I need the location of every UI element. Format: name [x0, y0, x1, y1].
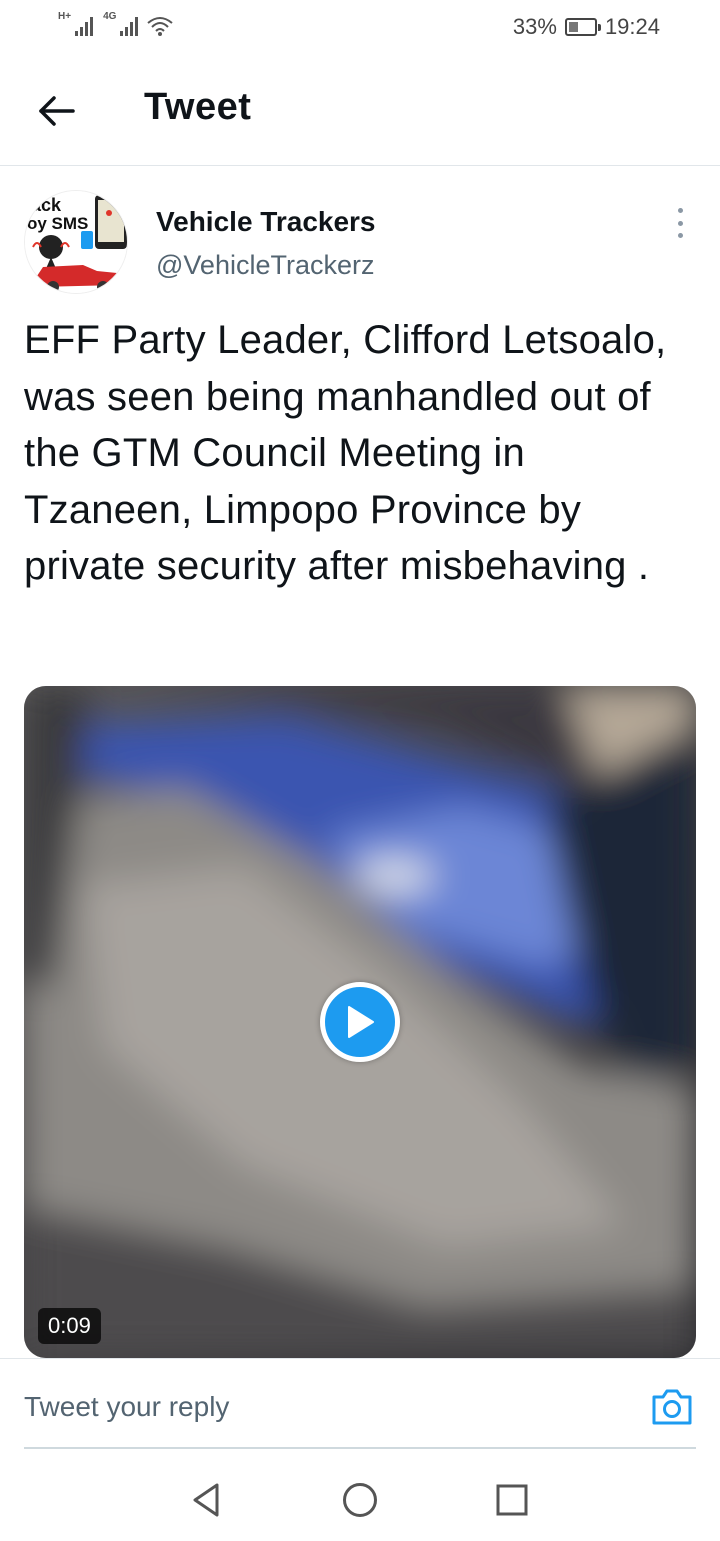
- more-options-button[interactable]: [674, 208, 686, 238]
- avatar-logo-icon: ack oy SMS: [25, 191, 127, 293]
- avatar-text-1: ack: [31, 195, 62, 215]
- clock: 19:24: [604, 14, 660, 39]
- author-name[interactable]: Vehicle Trackers: [156, 206, 376, 238]
- system-nav-bar: [0, 1458, 720, 1541]
- signal-indicators: H+ 4G: [58, 12, 174, 36]
- battery-icon: ⚡: [564, 18, 601, 36]
- back-button[interactable]: [30, 84, 84, 138]
- status-right: 33% ⚡ 19:24: [513, 14, 660, 40]
- page-title: Tweet: [144, 86, 252, 128]
- camera-button[interactable]: [650, 1387, 694, 1427]
- nav-back-button[interactable]: [187, 1480, 227, 1520]
- nav-recents-button[interactable]: [492, 1480, 532, 1520]
- more-dot-icon: [677, 208, 683, 213]
- tweet-header: ack oy SMS Vehicle Trackers @VehicleTrac…: [24, 190, 696, 300]
- signal2-bars-icon: [120, 14, 139, 36]
- more-dot-icon: [677, 233, 683, 238]
- play-icon: [348, 1006, 374, 1038]
- tweet-text: EFF Party Leader, Clifford Letsoalo, was…: [24, 318, 667, 588]
- battery-percent: 33%: [512, 14, 557, 39]
- nav-home-button[interactable]: [340, 1480, 380, 1520]
- author-handle[interactable]: @VehicleTrackerz: [156, 250, 374, 281]
- avatar[interactable]: ack oy SMS: [24, 190, 128, 294]
- reply-input[interactable]: Tweet your reply: [24, 1391, 229, 1423]
- circle-home-icon: [343, 1483, 377, 1517]
- more-dot-icon: [677, 220, 683, 226]
- status-bar: H+ 4G 33% ⚡ 19:24: [0, 0, 720, 56]
- signal1-label: H+: [58, 11, 72, 22]
- triangle-back-icon: [193, 1483, 219, 1517]
- reply-bar: Tweet your reply: [0, 1358, 720, 1458]
- avatar-text-2: oy SMS: [27, 214, 88, 233]
- wifi-icon: [147, 17, 174, 36]
- signal2-label: 4G: [103, 11, 117, 22]
- play-button[interactable]: [320, 982, 400, 1062]
- square-recents-icon: [496, 1484, 528, 1516]
- video-duration-badge: 0:09: [38, 1308, 101, 1344]
- reply-divider: [24, 1447, 696, 1449]
- camera-icon: [652, 1389, 692, 1425]
- video-player[interactable]: 0:09: [24, 686, 696, 1358]
- arrow-left-icon: [39, 96, 75, 126]
- top-app-bar: Tweet: [0, 56, 720, 166]
- signal1-bars-icon: [75, 14, 94, 36]
